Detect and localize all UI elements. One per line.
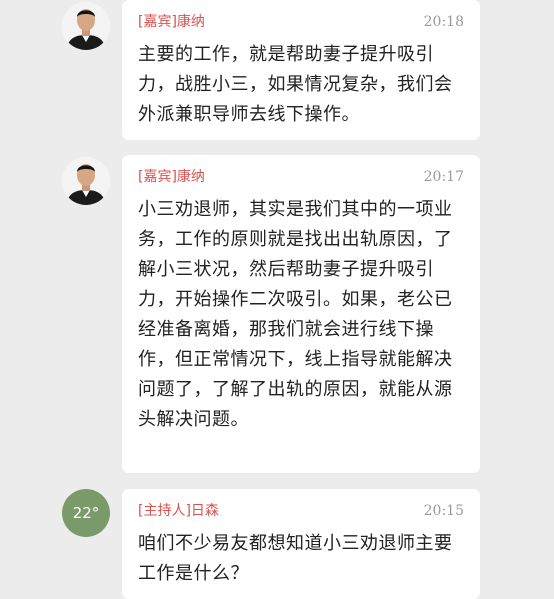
message-header: [嘉宾]康纳 20:17 [138,167,464,187]
sender-name[interactable]: [嘉宾]康纳 [138,14,205,30]
sender-name[interactable]: [主持人]日森 [138,503,219,519]
message-header: [嘉宾]康纳 20:18 [138,12,464,32]
message-bubble: [嘉宾]康纳 20:18 主要的工作，就是帮助妻子提升吸引力，战胜小三，如果情况… [122,0,480,140]
person-photo-icon [62,157,110,205]
message-text: 小三劝退师，其实是我们其中的一项业务，工作的原则就是找出出轨原因，了解小三状况，… [138,199,453,430]
message-time: 20:17 [423,169,464,185]
guest-avatar[interactable] [62,2,110,50]
sender-name[interactable]: [嘉宾]康纳 [138,169,205,185]
message-header: [主持人]日森 20:15 [138,501,464,521]
message-time: 20:18 [423,14,464,30]
host-avatar[interactable]: 22° [62,489,110,537]
chat-feed: [嘉宾]康纳 20:18 主要的工作，就是帮助妻子提升吸引力，战胜小三，如果情况… [0,0,554,599]
avatar-text: 22° [72,504,100,522]
message-time: 20:15 [423,503,464,519]
person-photo-icon [62,2,110,50]
message-text: 咱们不少易友都想知道小三劝退师主要工作是什么？ [138,533,453,584]
message-bubble: [嘉宾]康纳 20:17 小三劝退师，其实是我们其中的一项业务，工作的原则就是找… [122,155,480,473]
message-bubble: [主持人]日森 20:15 咱们不少易友都想知道小三劝退师主要工作是什么？ [122,489,480,599]
message-text: 主要的工作，就是帮助妻子提升吸引力，战胜小三，如果情况复杂，我们会外派兼职导师去… [138,44,453,125]
guest-avatar[interactable] [62,157,110,205]
